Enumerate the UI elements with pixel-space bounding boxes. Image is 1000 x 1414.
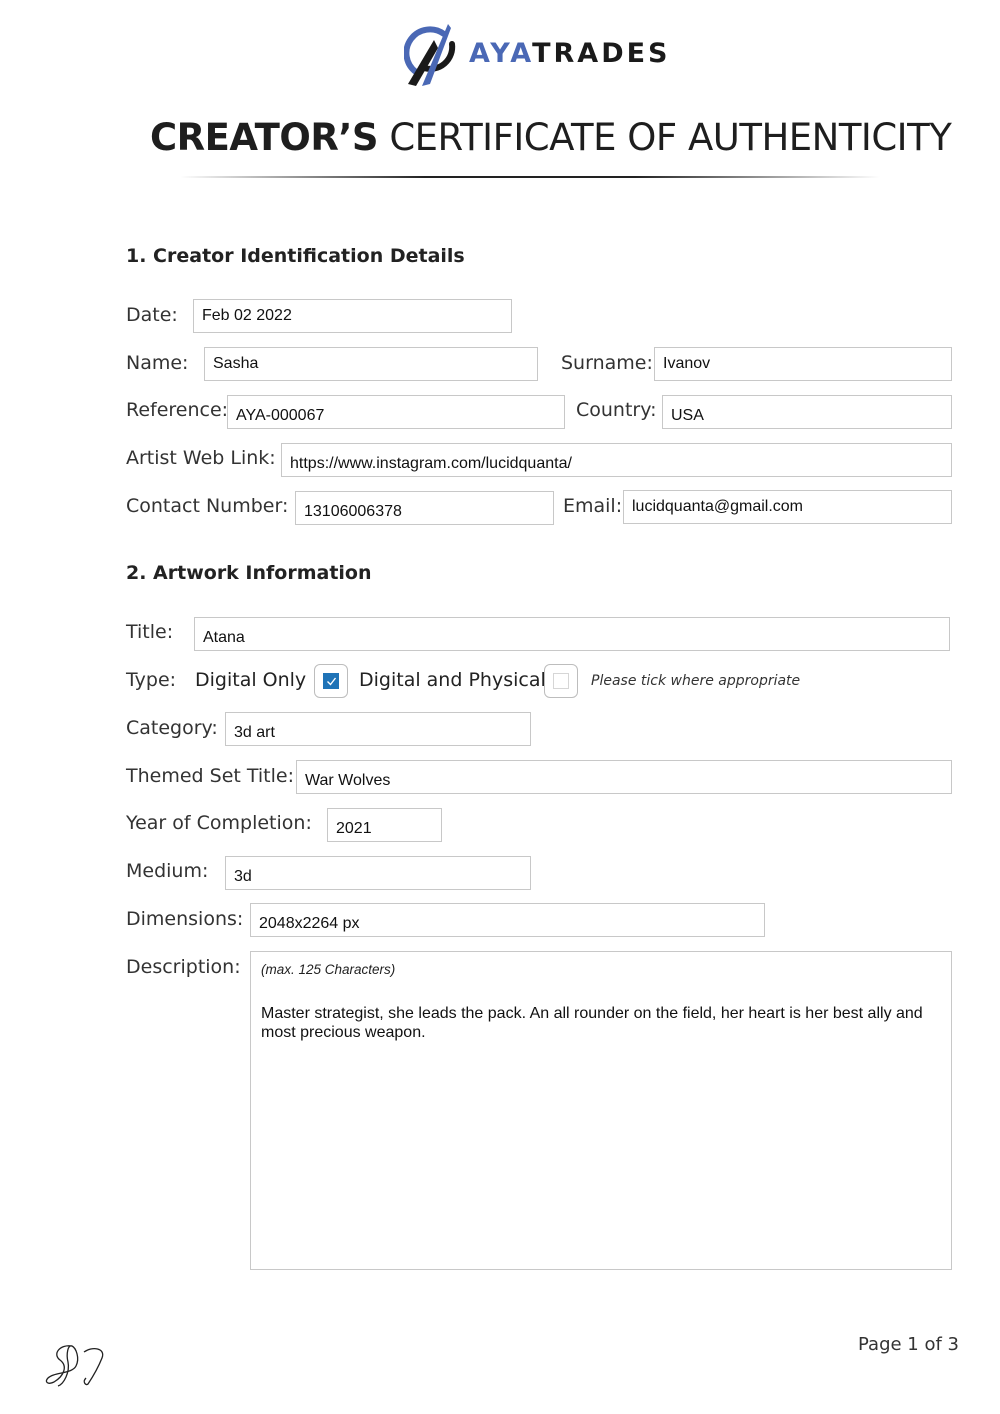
type-hint: Please tick where appropriate — [591, 673, 801, 689]
email-field[interactable]: lucidquanta@gmail.com — [623, 490, 952, 524]
country-label: Country: — [576, 399, 657, 421]
web-link-field[interactable]: https://www.instagram.com/lucidquanta/ — [281, 443, 952, 477]
artwork-title-field[interactable]: Atana — [194, 617, 950, 651]
year-label: Year of Completion: — [126, 812, 312, 834]
reference-field[interactable]: AYA-000067 — [227, 395, 565, 429]
section-heading-artwork: 2. Artwork Information — [126, 562, 372, 584]
country-field[interactable]: USA — [662, 395, 952, 429]
name-field[interactable]: Sasha — [204, 347, 538, 381]
name-label: Name: — [126, 352, 189, 374]
category-label: Category: — [126, 717, 218, 739]
year-field[interactable]: 2021 — [327, 808, 442, 842]
description-hint: (max. 125 Characters) — [261, 962, 396, 977]
checkmark-icon — [327, 677, 337, 686]
surname-label: Surname: — [561, 352, 653, 374]
ayatrades-logo-text: AYATRADES — [469, 37, 671, 71]
digital-physical-checkbox[interactable] — [544, 664, 578, 698]
contact-number-field[interactable]: 13106006378 — [295, 491, 554, 525]
type-label: Type: — [126, 669, 177, 691]
category-field[interactable]: 3d art — [225, 712, 531, 746]
dimensions-label: Dimensions: — [126, 908, 244, 930]
logo-text-main: TRADES — [532, 38, 671, 69]
description-field[interactable]: (max. 125 Characters) Master strategist,… — [250, 951, 952, 1270]
title-bold: CREATOR’S — [150, 116, 379, 159]
digital-only-label: Digital Only — [195, 669, 307, 691]
reference-label: Reference: — [126, 399, 229, 421]
signature-icon — [42, 1340, 112, 1390]
digital-physical-label: Digital and Physical — [359, 669, 546, 691]
title-light: CERTIFICATE OF AUTHENTICITY — [378, 116, 952, 159]
dimensions-field[interactable]: 2048x2264 px — [250, 903, 765, 937]
date-label: Date: — [126, 304, 178, 326]
contact-number-label: Contact Number: — [126, 495, 289, 517]
themed-set-label: Themed Set Title: — [126, 765, 294, 787]
medium-label: Medium: — [126, 860, 209, 882]
ayatrades-logo-icon — [403, 22, 458, 88]
web-link-label: Artist Web Link: — [126, 447, 276, 469]
themed-set-field[interactable]: War Wolves — [296, 760, 952, 794]
checkbox-empty-mark — [553, 673, 569, 689]
page-number: Page 1 of 3 — [858, 1334, 959, 1355]
email-label: Email: — [563, 495, 623, 517]
description-label: Description: — [126, 956, 241, 978]
logo-text-accent: AYA — [469, 38, 533, 69]
section-heading-creator: 1. Creator Identification Details — [126, 245, 465, 267]
description-text: Master strategist, she leads the pack. A… — [261, 1005, 923, 1041]
date-field[interactable]: Feb 02 2022 — [193, 299, 512, 333]
document-title: CREATOR’S CERTIFICATE OF AUTHENTICITY — [150, 114, 952, 162]
medium-field[interactable]: 3d — [225, 856, 531, 890]
title-label: Title: — [126, 621, 174, 643]
title-divider — [180, 176, 880, 178]
surname-field[interactable]: Ivanov — [654, 347, 952, 381]
checkbox-checked-mark — [323, 673, 339, 689]
digital-only-checkbox[interactable] — [314, 664, 348, 698]
